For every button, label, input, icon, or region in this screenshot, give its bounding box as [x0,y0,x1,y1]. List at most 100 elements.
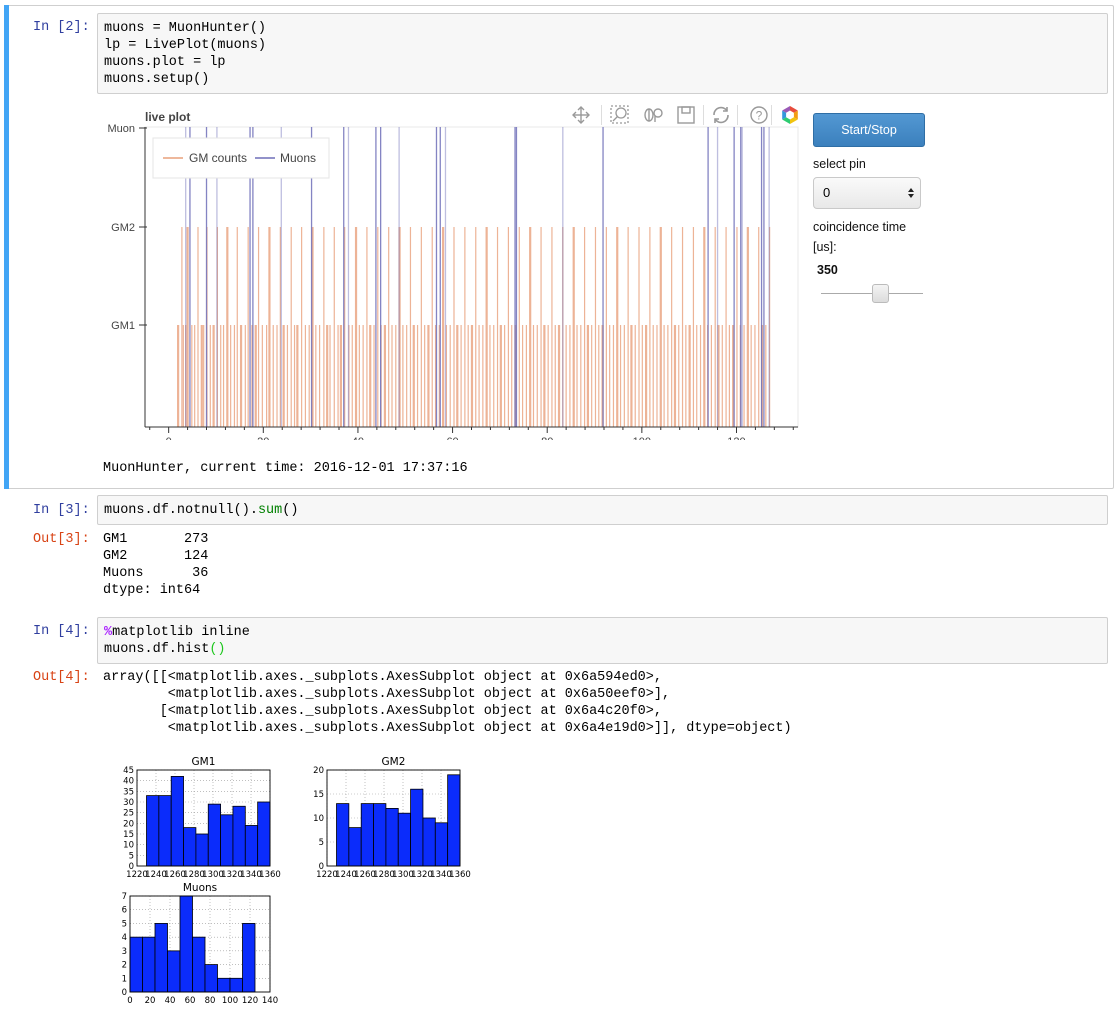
code-line: muons.df.notnull().sum() [104,503,299,518]
histogram-bar [257,801,271,867]
output-line: [<matplotlib.axes._subplots.AxesSubplot … [103,704,662,719]
y-tick-label: 3 [122,947,127,957]
histogram-bar [207,803,221,867]
histogram-bar [192,936,206,993]
histogram-bar [154,923,168,993]
histogram-bar [422,817,436,867]
y-tick-label: 25 [123,809,134,819]
toolbar-divider [771,105,772,125]
start-stop-button[interactable]: Start/Stop [813,113,925,147]
output-line: GM1 273 [103,532,209,547]
reset-icon[interactable] [710,104,732,126]
x-tick-label: 40 [165,996,176,1006]
output-prompt-3: Out[3]: [33,532,90,547]
histogram-bar [242,923,256,993]
histogram-bar [410,788,424,867]
x-tick-label: 1360 [259,870,281,880]
live-plot: live plot Muon GM2 GM1 0 20 40 60 80 100 120 GM c… [107,110,799,440]
slider-value: 350 [817,263,838,277]
y-tick-label: 0 [122,988,127,998]
y-tick-label: GM2 [111,222,135,234]
histogram-gm1: GM10510152025303540451220124012601280130… [123,756,281,880]
histogram-bar [158,795,172,867]
histogram-bar [170,775,184,867]
histogram-bar [167,950,181,993]
histogram-bar [146,795,160,867]
y-tick-label: 2 [122,961,127,971]
histogram-bar [183,827,197,867]
box-zoom-icon[interactable] [609,104,631,126]
y-tick-label: 7 [122,892,127,902]
y-tick-label: 10 [313,814,324,824]
histogram-bar [129,936,143,993]
pin-select[interactable]: 0 [813,177,921,209]
histogram-bar [385,808,399,867]
y-tick-label: 20 [123,819,134,829]
toolbar-divider [601,105,602,125]
x-tick-label: 20 [145,996,156,1006]
legend: GM counts Muons [152,137,330,179]
histogram-bar [232,805,246,867]
x-tick-label: 80 [205,996,216,1006]
x-tick-label: 0 [127,996,132,1006]
histogram-bar [434,822,449,867]
y-tick-label: 15 [313,790,324,800]
histogram-muons: Muons 0 1 2 3 4 5 6 7 0 20 40 60 80 100 120 140 [122,882,279,1006]
histogram-bar [360,803,374,867]
pan-icon[interactable] [570,104,592,126]
output-line: array([[<matplotlib.axes._subplots.AxesS… [103,670,662,685]
y-tick-label: 5 [122,919,127,929]
y-tick-label: 45 [123,766,134,776]
histogram-gm2: GM20510152012201240126012801300132013401… [313,756,471,880]
x-tick-label: 120 [727,436,745,440]
coincidence-label: coincidence time [813,220,907,234]
input-prompt-3: In [3]: [33,503,90,518]
y-tick-label: 4 [122,933,127,943]
x-tick-label: 140 [262,996,278,1006]
y-tick-label: 15 [123,830,134,840]
histogram-bar [220,814,234,867]
live-plot-title: live plot [145,110,190,124]
pin-select-value: 0 [823,185,831,200]
legend-gm-label: GM counts [189,151,247,165]
code-input-2[interactable]: muons = MuonHunter() lp = LivePlot(muons… [97,13,1108,94]
histogram-bar [142,936,156,993]
legend-muons-label: Muons [280,151,316,165]
code-input-3[interactable]: muons.df.notnull().sum() [97,495,1108,525]
wheel-zoom-icon[interactable] [643,104,665,126]
output-line: GM2 124 [103,549,209,564]
histogram-bar [348,827,362,867]
toolbar-divider [703,105,704,125]
output-prompt-4: Out[4]: [33,670,90,685]
y-tick-label: 5 [129,851,134,861]
histogram-bar [204,964,218,993]
histogram-bar [336,803,350,867]
y-tick-label: 10 [123,841,134,851]
x-tick-label: 0 [166,436,172,440]
input-prompt-4: In [4]: [33,624,90,639]
histogram-title: Muons [183,882,217,894]
coincidence-unit-label: [us]: [813,240,837,254]
code-line: muons.plot = lp [104,55,226,70]
selected-cell-indicator [4,5,9,489]
histogram-title: GM1 [192,756,216,768]
save-icon[interactable] [675,104,697,126]
slider-handle[interactable] [872,284,890,303]
help-icon[interactable]: ? [748,104,770,126]
select-arrows-icon [908,188,914,198]
code-input-4[interactable]: %matplotlib inline muons.df.hist() [97,617,1108,664]
x-tick-label: 100 [222,996,238,1006]
histogram-bar [229,977,243,993]
y-tick-label: Muon [107,123,135,135]
bokeh-logo-icon [782,106,798,124]
x-tick-label: 40 [352,436,364,440]
y-tick-label: 40 [123,777,134,787]
x-tick-label: 60 [185,996,196,1006]
toolbar-divider [737,105,738,125]
y-tick-label: 35 [123,787,134,797]
y-tick-label: 5 [319,838,324,848]
y-tick-label: 6 [122,906,127,916]
histogram-bar [244,825,259,867]
svg-text:?: ? [756,109,763,123]
x-tick-label: 60 [446,436,458,440]
